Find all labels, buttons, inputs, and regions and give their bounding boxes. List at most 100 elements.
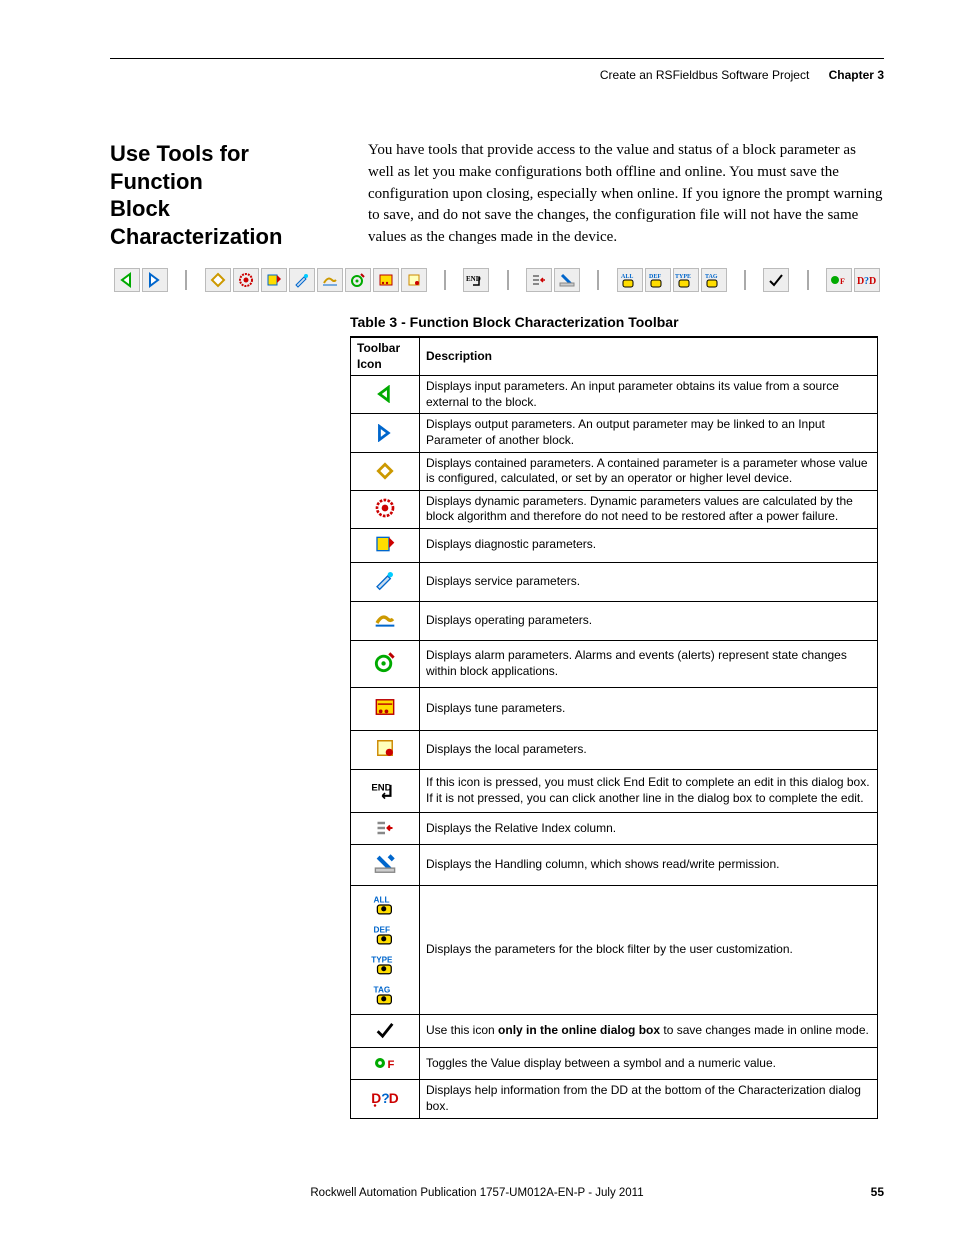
output-param-icon: [370, 420, 400, 446]
contained-param-icon: [370, 458, 400, 484]
header-title: Create an RSFieldbus Software Project: [600, 68, 809, 82]
svg-text:D: D: [389, 1091, 399, 1106]
table-row: Displays the Relative Index column.: [351, 812, 878, 845]
intro-paragraph: You have tools that provide access to th…: [368, 140, 884, 250]
filter-def-icon: DEF: [370, 922, 400, 948]
row-desc: If this icon is pressed, you must click …: [420, 769, 878, 812]
end-edit-icon: END: [370, 776, 400, 802]
filter-all-icon[interactable]: ALL: [617, 268, 643, 292]
handling-column-icon[interactable]: [554, 268, 580, 292]
svg-text:F: F: [840, 277, 845, 286]
filter-type-icon: TYPE: [370, 952, 400, 978]
col-header-icon: Toolbar Icon: [351, 337, 420, 376]
dd-help-icon: D?D: [370, 1085, 400, 1111]
svg-text:ALL: ALL: [621, 274, 633, 280]
filter-tag-icon[interactable]: TAG: [701, 268, 727, 292]
dynamic-param-icon[interactable]: [233, 268, 259, 292]
table-row: ALL DEF TYPE TAG Displays the parameters…: [351, 886, 878, 1015]
row-desc: Displays operating parameters.: [420, 601, 878, 640]
filter-tag-icon: TAG: [370, 982, 400, 1008]
row-desc: Displays dynamic parameters. Dynamic par…: [420, 490, 878, 528]
service-param-icon: [370, 567, 400, 593]
table-row: Displays diagnostic parameters.: [351, 528, 878, 562]
row-desc: Use this icon only in the online dialog …: [420, 1015, 878, 1048]
operating-param-icon[interactable]: [317, 268, 343, 292]
running-header: Create an RSFieldbus Software Project Ch…: [600, 68, 884, 82]
svg-text:TAG: TAG: [705, 274, 718, 280]
diagnostic-param-icon: [370, 531, 400, 557]
header-rule: [110, 58, 884, 59]
table-caption: Table 3 - Function Block Characterizatio…: [350, 314, 884, 330]
end-edit-icon[interactable]: END: [463, 268, 489, 292]
footer-publication: Rockwell Automation Publication 1757-UM0…: [0, 1187, 954, 1199]
alarm-param-icon[interactable]: [345, 268, 371, 292]
table-row: Displays tune parameters.: [351, 687, 878, 730]
svg-text:DEF: DEF: [649, 274, 661, 280]
section-heading: Use Tools for Function Block Characteriz…: [110, 140, 340, 250]
input-param-icon: [370, 381, 400, 407]
characterization-toolbar: END ALL DEF TYPE: [110, 268, 884, 292]
table-row: D?D Displays help information from the D…: [351, 1080, 878, 1118]
page-number: 55: [871, 1185, 884, 1199]
svg-text:END: END: [371, 782, 391, 793]
row-desc: Displays the Handling column, which show…: [420, 845, 878, 886]
svg-text:ALL: ALL: [374, 896, 390, 905]
table-row: Displays contained parameters. A contain…: [351, 452, 878, 490]
svg-text:TAG: TAG: [374, 986, 391, 995]
handling-column-icon: [370, 851, 400, 877]
svg-text:F: F: [388, 1059, 395, 1071]
row-desc: Displays output parameters. An output pa…: [420, 414, 878, 452]
table-row: END If this icon is pressed, you must cl…: [351, 769, 878, 812]
service-param-icon[interactable]: [289, 268, 315, 292]
row-desc: Displays input parameters. An input para…: [420, 376, 878, 414]
alarm-param-icon: [370, 649, 400, 675]
table-row: Displays output parameters. An output pa…: [351, 414, 878, 452]
svg-text:D: D: [371, 1091, 381, 1106]
diagnostic-param-icon[interactable]: [261, 268, 287, 292]
filter-type-icon[interactable]: TYPE: [673, 268, 699, 292]
local-param-icon: [370, 735, 400, 761]
row-desc: Displays the local parameters.: [420, 730, 878, 769]
svg-text:D: D: [869, 276, 876, 287]
save-online-icon[interactable]: [763, 268, 789, 292]
local-param-icon[interactable]: [401, 268, 427, 292]
table-row: Displays operating parameters.: [351, 601, 878, 640]
row-desc: Displays alarm parameters. Alarms and ev…: [420, 640, 878, 687]
toggle-value-icon: F: [370, 1050, 400, 1076]
characterization-table: Toolbar Icon Description Displays input …: [350, 336, 878, 1119]
header-chapter: Chapter 3: [829, 68, 884, 82]
row-desc: Displays diagnostic parameters.: [420, 528, 878, 562]
input-param-icon[interactable]: [114, 268, 140, 292]
svg-text:TYPE: TYPE: [371, 956, 393, 965]
table-row: Displays the Handling column, which show…: [351, 845, 878, 886]
contained-param-icon[interactable]: [205, 268, 231, 292]
table-row: Displays the local parameters.: [351, 730, 878, 769]
row-desc: Displays help information from the DD at…: [420, 1080, 878, 1118]
svg-text:DEF: DEF: [374, 926, 391, 935]
table-row: Displays service parameters.: [351, 562, 878, 601]
output-param-icon[interactable]: [142, 268, 168, 292]
row-desc: Displays tune parameters.: [420, 687, 878, 730]
table-row: F Toggles the Value display between a sy…: [351, 1047, 878, 1080]
row-desc: Displays the Relative Index column.: [420, 812, 878, 845]
table-row: Displays input parameters. An input para…: [351, 376, 878, 414]
col-header-desc: Description: [420, 337, 878, 376]
filter-all-icon: ALL: [370, 892, 400, 918]
toggle-value-icon[interactable]: F: [826, 268, 852, 292]
row-desc: Displays the parameters for the block fi…: [420, 886, 878, 1015]
dd-help-icon[interactable]: D?D: [854, 268, 880, 292]
tune-param-icon[interactable]: [373, 268, 399, 292]
table-row: Displays alarm parameters. Alarms and ev…: [351, 640, 878, 687]
relative-index-icon: [370, 815, 400, 841]
filter-def-icon[interactable]: DEF: [645, 268, 671, 292]
relative-index-icon[interactable]: [526, 268, 552, 292]
table-row: Use this icon only in the online dialog …: [351, 1015, 878, 1048]
tune-param-icon: [370, 694, 400, 720]
dynamic-param-icon: [370, 495, 400, 521]
svg-text:TYPE: TYPE: [675, 274, 691, 280]
table-row: Displays dynamic parameters. Dynamic par…: [351, 490, 878, 528]
row-desc: Displays contained parameters. A contain…: [420, 452, 878, 490]
operating-param-icon: [370, 606, 400, 632]
row-desc: Toggles the Value display between a symb…: [420, 1047, 878, 1080]
row-desc: Displays service parameters.: [420, 562, 878, 601]
